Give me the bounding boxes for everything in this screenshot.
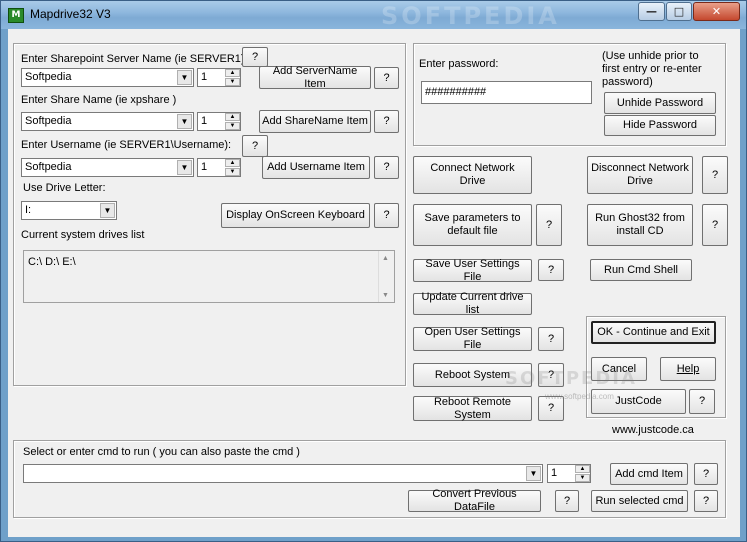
- softpedia-watermark: SOFTPEDIA: [505, 368, 637, 389]
- password-field[interactable]: ##########: [421, 81, 592, 104]
- connect-network-drive-button[interactable]: Connect Network Drive: [413, 156, 532, 194]
- username-combobox[interactable]: Softpedia ▼: [21, 158, 194, 177]
- scroll-down-icon[interactable]: ▼: [382, 292, 389, 299]
- drive-letter-combobox[interactable]: I: ▼: [21, 201, 117, 220]
- run-ghost32-button[interactable]: Run Ghost32 from install CD: [587, 204, 693, 246]
- run-cmd-shell-button[interactable]: Run Cmd Shell: [590, 259, 692, 281]
- save-parameters-help-button[interactable]: ?: [536, 204, 562, 246]
- unhide-password-button[interactable]: Unhide Password: [604, 92, 716, 114]
- onscreen-keyboard-button[interactable]: Display OnScreen Keyboard: [221, 203, 370, 228]
- justcode-help-button[interactable]: ?: [689, 389, 715, 414]
- convert-datafile-button[interactable]: Convert Previous DataFile: [408, 488, 541, 513]
- run-selected-cmd-button[interactable]: Run selected cmd: [591, 490, 688, 512]
- open-user-settings-help-button[interactable]: ?: [538, 327, 564, 351]
- save-user-settings-button[interactable]: Save User Settings File: [413, 258, 532, 283]
- share-value: Softpedia: [25, 115, 72, 127]
- add-servername-button[interactable]: Add ServerName Item: [259, 65, 371, 90]
- spin-down-icon[interactable]: ▼: [225, 168, 240, 176]
- username-label-help-button[interactable]: ?: [242, 135, 268, 157]
- window-title: Mapdrive32 V3: [30, 7, 111, 21]
- username-value: Softpedia: [25, 161, 72, 173]
- chevron-down-icon[interactable]: ▼: [177, 70, 192, 85]
- spin-down-icon[interactable]: ▼: [575, 474, 590, 482]
- disconnect-help-button[interactable]: ?: [702, 156, 728, 194]
- chevron-down-icon[interactable]: ▼: [177, 114, 192, 129]
- softpedia-url: www.softpedia.com: [545, 392, 614, 401]
- app-icon[interactable]: M: [8, 8, 24, 23]
- username-help-button[interactable]: ?: [374, 156, 399, 179]
- password-value: ##########: [425, 86, 487, 98]
- sharepoint-index-value: 1: [201, 71, 208, 83]
- chevron-down-icon[interactable]: ▼: [526, 466, 541, 481]
- spin-up-icon[interactable]: ▲: [225, 69, 240, 77]
- sharepoint-combobox[interactable]: Softpedia ▼: [21, 68, 194, 87]
- chevron-down-icon[interactable]: ▼: [100, 203, 115, 218]
- spin-down-icon[interactable]: ▼: [225, 122, 240, 130]
- keyboard-help-button[interactable]: ?: [374, 203, 399, 228]
- spin-down-icon[interactable]: ▼: [225, 78, 240, 86]
- run-cmd-help-button[interactable]: ?: [694, 490, 718, 512]
- drive-letter-value: I:: [25, 204, 32, 216]
- servername-help-button[interactable]: ?: [374, 67, 399, 89]
- convert-datafile-help-button[interactable]: ?: [555, 490, 579, 512]
- username-index-value: 1: [201, 161, 208, 173]
- sharename-help-button[interactable]: ?: [374, 110, 399, 133]
- title-watermark: SOFTPEDIA: [381, 2, 560, 30]
- share-label: Enter Share Name (ie xpshare ): [21, 94, 177, 106]
- cmd-index-value: 1: [551, 467, 558, 479]
- cmd-label: Select or enter cmd to run ( you can als…: [23, 446, 300, 458]
- save-user-settings-help-button[interactable]: ?: [538, 259, 564, 281]
- drives-list-value: C:\ D:\ E:\: [28, 256, 76, 268]
- drives-scrollbar[interactable]: ▲ ▼: [378, 251, 394, 302]
- ok-continue-exit-button[interactable]: OK - Continue and Exit: [591, 321, 716, 344]
- update-drive-list-button[interactable]: Update Current drive list: [413, 291, 532, 316]
- drives-list-label: Current system drives list: [21, 229, 145, 241]
- add-cmd-item-button[interactable]: Add cmd Item: [610, 463, 688, 485]
- hide-password-button[interactable]: Hide Password: [604, 115, 716, 136]
- run-ghost32-help-button[interactable]: ?: [702, 204, 728, 246]
- maximize-button[interactable]: □: [666, 2, 692, 21]
- sharepoint-label: Enter Sharepoint Server Name (ie SERVER1…: [21, 53, 248, 65]
- save-parameters-button[interactable]: Save parameters to default file: [413, 204, 532, 246]
- username-index-spinner[interactable]: 1 ▲ ▼: [197, 158, 241, 177]
- open-user-settings-button[interactable]: Open User Settings File: [413, 326, 532, 351]
- spin-up-icon[interactable]: ▲: [225, 113, 240, 121]
- password-note: (Use unhide prior to first entry or re-e…: [602, 50, 702, 88]
- drives-list-textbox[interactable]: C:\ D:\ E:\ ▲ ▼: [23, 250, 395, 303]
- drive-letter-label: Use Drive Letter:: [23, 182, 106, 194]
- spin-up-icon[interactable]: ▲: [575, 465, 590, 473]
- scroll-up-icon[interactable]: ▲: [382, 255, 389, 262]
- chevron-down-icon[interactable]: ▼: [177, 160, 192, 175]
- client-area: Enter Sharepoint Server Name (ie SERVER1…: [8, 29, 740, 537]
- username-label: Enter Username (ie SERVER1\Username):: [21, 139, 232, 151]
- sharepoint-index-spinner[interactable]: 1 ▲ ▼: [197, 68, 241, 87]
- add-username-button[interactable]: Add Username Item: [262, 156, 370, 179]
- share-index-spinner[interactable]: 1 ▲ ▼: [197, 112, 241, 131]
- add-sharename-button[interactable]: Add ShareName Item: [259, 110, 371, 133]
- help-button[interactable]: Help: [660, 357, 716, 381]
- share-index-value: 1: [201, 115, 208, 127]
- disconnect-network-drive-button[interactable]: Disconnect Network Drive: [587, 156, 693, 194]
- reboot-remote-system-button[interactable]: Reboot Remote System: [413, 396, 532, 421]
- password-label: Enter password:: [419, 58, 499, 70]
- spin-up-icon[interactable]: ▲: [225, 159, 240, 167]
- website-link[interactable]: www.justcode.ca: [612, 424, 694, 436]
- sharepoint-value: Softpedia: [25, 71, 72, 83]
- close-button[interactable]: ✕: [693, 2, 740, 21]
- cmd-index-spinner[interactable]: 1 ▲ ▼: [547, 464, 591, 483]
- add-cmd-help-button[interactable]: ?: [694, 463, 718, 485]
- main-window: SOFTPEDIA M Mapdrive32 V3 — □ ✕ Enter Sh…: [0, 0, 747, 542]
- minimize-button[interactable]: —: [638, 2, 665, 21]
- title-bar[interactable]: SOFTPEDIA M Mapdrive32 V3 — □ ✕: [1, 1, 746, 30]
- cmd-combobox[interactable]: ▼: [23, 464, 543, 483]
- share-combobox[interactable]: Softpedia ▼: [21, 112, 194, 131]
